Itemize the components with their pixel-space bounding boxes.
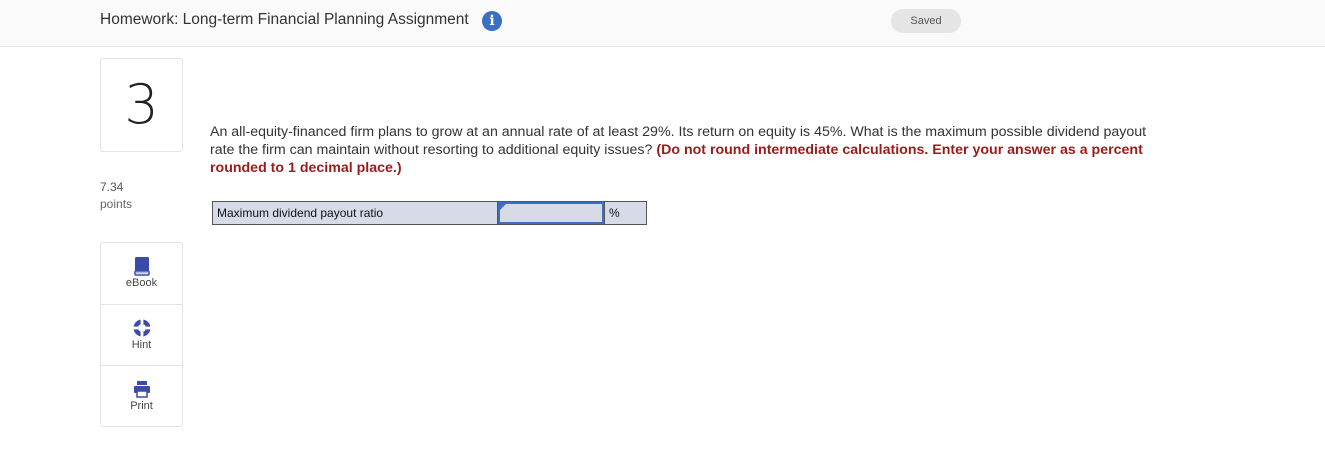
question-text: An all-equity-financed firm plans to gro… — [210, 123, 1150, 177]
answer-table: Maximum dividend payout ratio % — [212, 201, 647, 225]
answer-label: Maximum dividend payout ratio — [213, 202, 498, 224]
hint-button[interactable]: Hint — [101, 304, 182, 366]
printer-icon — [134, 381, 150, 398]
lifebuoy-icon — [133, 319, 151, 337]
assignment-title: Homework: Long-term Financial Planning A… — [100, 11, 469, 28]
ebook-button[interactable]: eBook — [101, 243, 182, 304]
ebook-label: eBook — [125, 277, 158, 289]
question-number: 3 — [124, 73, 159, 136]
question-tools: eBook Hint Print — [100, 242, 183, 427]
hint-label: Hint — [131, 339, 152, 351]
assignment-header: Homework: Long-term Financial Planning A… — [0, 0, 1325, 47]
dividend-payout-input[interactable] — [500, 204, 602, 222]
book-icon — [134, 257, 150, 276]
print-label: Print — [130, 400, 153, 412]
print-button[interactable]: Print — [101, 365, 182, 427]
info-icon[interactable]: i — [482, 11, 502, 31]
answer-unit: % — [604, 202, 646, 224]
points-label: points — [100, 197, 133, 211]
answer-input-cell[interactable] — [498, 202, 604, 224]
input-marker — [500, 204, 506, 210]
question-number-box: 3 — [100, 58, 183, 152]
saved-status-badge: Saved — [891, 9, 961, 33]
points-value: 7.34 — [100, 180, 124, 194]
